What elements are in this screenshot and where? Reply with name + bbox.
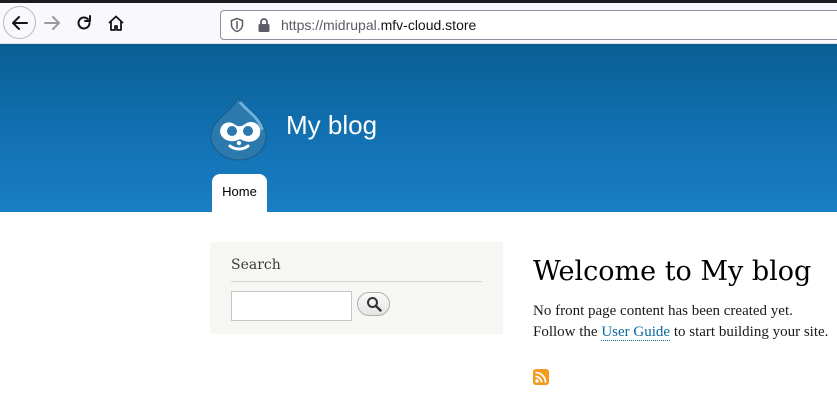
forward-button[interactable] [36,7,68,39]
url-prefix: https://midrupal. [281,17,381,33]
lock-icon[interactable] [257,17,271,33]
browser-toolbar: https://midrupal.mfv-cloud.store [0,0,837,44]
search-input[interactable] [231,291,352,321]
guide-text-after: to start building your site. [670,324,829,340]
back-button[interactable] [3,6,36,39]
address-bar[interactable]: https://midrupal.mfv-cloud.store [220,10,837,40]
home-button[interactable] [100,7,132,39]
rss-feed-icon [535,371,547,383]
forward-arrow-icon [44,16,60,30]
nav-tab-home[interactable]: Home [212,174,267,212]
rss-feed-link[interactable] [533,369,549,385]
search-button[interactable] [357,292,390,316]
magnifier-icon [366,297,382,312]
url-host: mfv-cloud.store [380,17,477,33]
divider [231,281,482,282]
reload-icon [77,15,91,30]
back-arrow-icon [11,15,28,30]
search-block: Search [210,242,503,334]
shield-icon[interactable] [229,17,245,33]
search-block-title: Search [231,257,281,273]
site-name[interactable]: My blog [286,110,377,141]
drupal-drop-logo [210,96,267,161]
user-guide-link[interactable]: User Guide [601,324,671,341]
site-header: My blog Home [0,44,837,212]
intro-text: No front page content has been created y… [533,303,793,319]
url-text[interactable]: https://midrupal.mfv-cloud.store [281,17,476,33]
home-icon [108,15,124,31]
site-logo[interactable] [208,94,270,166]
guide-text: Follow the User Guide to start building … [533,324,828,341]
guide-text-before: Follow the [533,324,602,340]
page-title: Welcome to My blog [533,256,812,287]
reload-button[interactable] [68,7,100,39]
